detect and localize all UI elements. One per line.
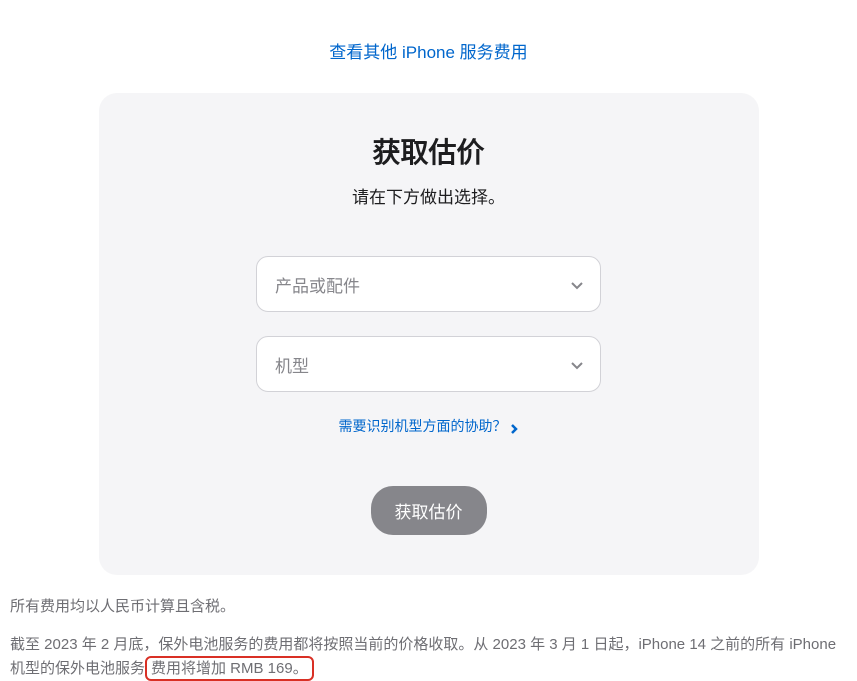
model-select-placeholder: 机型 bbox=[275, 352, 309, 377]
model-select[interactable]: 机型 bbox=[256, 336, 601, 392]
get-estimate-button[interactable]: 获取估价 bbox=[371, 486, 487, 535]
chevron-down-icon bbox=[570, 277, 584, 291]
product-select-placeholder: 产品或配件 bbox=[275, 272, 360, 297]
footer-notes: 所有费用均以人民币计算且含税。 截至 2023 年 2 月底，保外电池服务的费用… bbox=[0, 575, 857, 681]
estimate-card: 获取估价 请在下方做出选择。 产品或配件 机型 需要识别机型方面的协助？ 获取估… bbox=[99, 93, 759, 575]
top-link-container: 查看其他 iPhone 服务费用 bbox=[0, 0, 857, 93]
footer-line-1: 所有费用均以人民币计算且含税。 bbox=[10, 595, 847, 619]
footer-line-2: 截至 2023 年 2 月底，保外电池服务的费用都将按照当前的价格收取。从 20… bbox=[10, 633, 847, 681]
button-row: 获取估价 bbox=[129, 486, 729, 535]
card-title: 获取估价 bbox=[129, 131, 729, 171]
product-select-wrapper: 产品或配件 bbox=[256, 256, 601, 312]
identify-model-help-link[interactable]: 需要识别机型方面的协助？ bbox=[339, 416, 519, 436]
card-subtitle: 请在下方做出选择。 bbox=[129, 183, 729, 208]
product-select[interactable]: 产品或配件 bbox=[256, 256, 601, 312]
other-fees-link[interactable]: 查看其他 iPhone 服务费用 bbox=[329, 43, 527, 62]
model-select-wrapper: 机型 bbox=[256, 336, 601, 392]
footer-line-2-text: 截至 2023 年 2 月底，保外电池服务的费用都将按照当前的价格收取。从 20… bbox=[10, 636, 836, 677]
chevron-right-icon bbox=[509, 421, 519, 431]
help-link-label: 需要识别机型方面的协助？ bbox=[339, 416, 507, 436]
price-increase-highlight: 费用将增加 RMB 169。 bbox=[145, 656, 314, 681]
chevron-down-icon bbox=[570, 357, 584, 371]
